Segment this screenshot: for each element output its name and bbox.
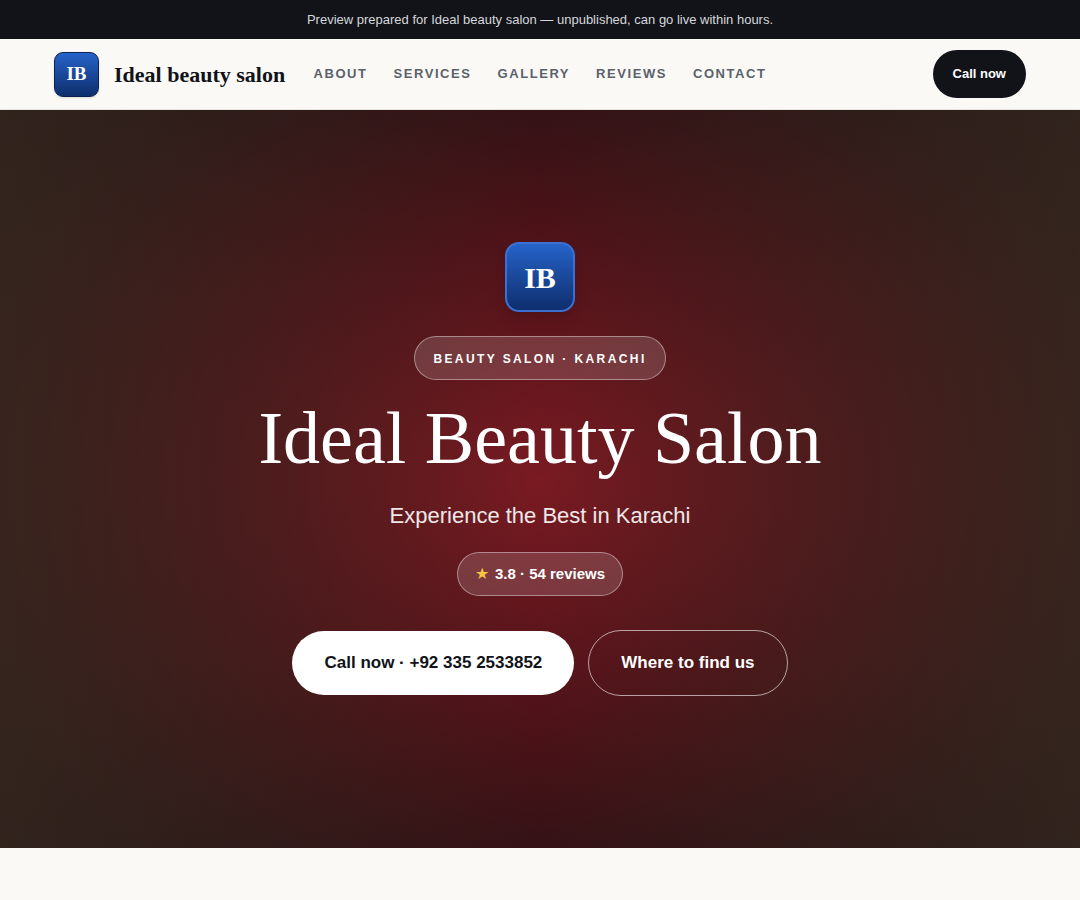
- nav-link[interactable]: CONTACT: [693, 64, 767, 84]
- brand[interactable]: IB Ideal beauty salon: [54, 52, 314, 97]
- site-header: IB Ideal beauty salon ABOUT SERVICES GALLE…: [0, 39, 1080, 110]
- location-button[interactable]: Where to find us: [588, 630, 787, 696]
- next-section: [0, 848, 1080, 900]
- logo-text: IB: [66, 60, 86, 89]
- brand-name: Ideal beauty salon: [114, 58, 285, 91]
- hero: IB BEAUTY SALON · KARACHI Ideal Beauty S…: [0, 110, 1080, 848]
- nav-link[interactable]: SERVICES: [394, 64, 472, 84]
- star-icon: ★: [475, 562, 489, 586]
- hero-title: Ideal Beauty Salon: [258, 398, 821, 479]
- category-badge: BEAUTY SALON · KARACHI: [414, 336, 665, 380]
- hero-logo: IB: [505, 242, 575, 312]
- rating-text: 3.8 · 54 reviews: [495, 563, 605, 586]
- nav-link[interactable]: GALLERY: [498, 64, 571, 84]
- main-nav: ABOUT SERVICES GALLERY REVIEWS CONTACT: [314, 64, 767, 84]
- hero-logo-text: IB: [524, 255, 556, 300]
- rating-pill: ★ 3.8 · 54 reviews: [457, 552, 623, 596]
- hero-subtitle: Experience the Best in Karachi: [390, 499, 691, 532]
- logo: IB: [54, 52, 99, 97]
- banner-text: Preview prepared for Ideal beauty salon …: [307, 10, 773, 30]
- call-now-button[interactable]: Call now: [933, 50, 1026, 98]
- nav-link[interactable]: ABOUT: [314, 64, 368, 84]
- badge-text: BEAUTY SALON · KARACHI: [433, 352, 646, 366]
- preview-banner: Preview prepared for Ideal beauty salon …: [0, 0, 1080, 39]
- nav-link[interactable]: REVIEWS: [596, 64, 667, 84]
- call-button[interactable]: Call now · +92 335 2533852: [292, 631, 574, 695]
